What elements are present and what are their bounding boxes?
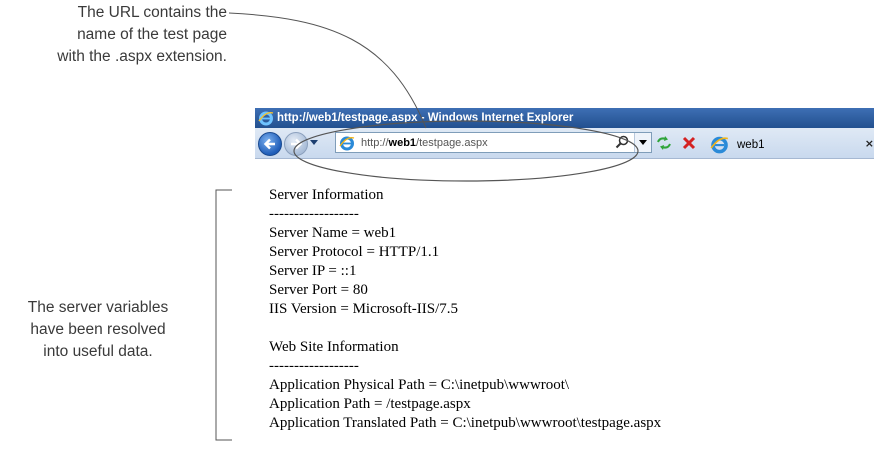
refresh-icon[interactable] — [655, 134, 673, 152]
server-variables-callout-line: The server variables — [27, 299, 169, 316]
url-callout: The URL contains the name of the test pa… — [20, 2, 227, 68]
url-callout-line: name of the test page — [77, 26, 227, 43]
address-url-path: /testpage.aspx — [416, 136, 488, 149]
content-line: Application Translated Path = C:\inetpub… — [269, 415, 662, 431]
content-line: Server IP = ::1 — [269, 263, 357, 279]
content-bracket — [215, 189, 232, 441]
url-callout-line: with the .aspx extension. — [57, 48, 227, 65]
content-line: ------------------ — [269, 358, 359, 374]
tab-web1[interactable]: web1 × — [705, 131, 874, 158]
content-line — [269, 319, 661, 338]
tab-label: web1 — [737, 138, 765, 151]
content-line: Server Protocol = HTTP/1.1 — [269, 244, 440, 260]
back-arrow-icon — [263, 138, 275, 150]
back-button[interactable] — [258, 132, 282, 156]
ie-icon — [710, 135, 730, 155]
search-icon[interactable] — [615, 135, 629, 149]
content-line: IIS Version = Microsoft-IIS/7.5 — [269, 301, 459, 317]
server-variables-callout-line: into useful data. — [43, 343, 153, 360]
content-line: Web Site Information — [269, 339, 399, 355]
chevron-down-icon — [639, 139, 647, 145]
forward-button[interactable] — [284, 132, 308, 156]
stop-icon[interactable] — [680, 134, 698, 152]
address-url-prefix: http:// — [361, 136, 389, 149]
address-dropdown-button[interactable] — [634, 133, 651, 152]
title-bar[interactable]: http://web1/testpage.aspx - Windows Inte… — [255, 108, 874, 128]
content-line: Server Name = web1 — [269, 225, 397, 241]
chevron-down-icon[interactable] — [310, 140, 318, 146]
browser-window: http://web1/testpage.aspx - Windows Inte… — [255, 108, 874, 462]
address-url[interactable]: http://web1/testpage.aspx — [361, 137, 488, 149]
forward-arrow-icon — [291, 138, 303, 150]
content-line: Application Path = /testpage.aspx — [269, 396, 471, 412]
address-url-host: web1 — [388, 136, 417, 149]
server-variables-callout: The server variables have been resolved … — [0, 297, 196, 363]
server-info-text: Server Information ------------------ Se… — [269, 186, 661, 433]
url-callout-line: The URL contains the — [77, 4, 227, 21]
content-line: ------------------ — [269, 206, 359, 222]
address-bar[interactable]: http://web1/testpage.aspx — [335, 132, 652, 153]
ie-icon — [257, 110, 274, 127]
navigation-toolbar: http://web1/testpage.aspx web1 × — [255, 128, 874, 159]
close-icon[interactable]: × — [865, 137, 874, 150]
server-variables-callout-line: have been resolved — [30, 321, 166, 338]
window-title: http://web1/testpage.aspx - Windows Inte… — [277, 112, 574, 124]
content-line: Server Information — [269, 187, 384, 203]
content-line: Server Port = 80 — [269, 282, 368, 298]
content-line: Application Physical Path = C:\inetpub\w… — [269, 377, 570, 393]
ie-icon — [339, 134, 356, 151]
page-content: Server Information ------------------ Se… — [255, 159, 874, 462]
